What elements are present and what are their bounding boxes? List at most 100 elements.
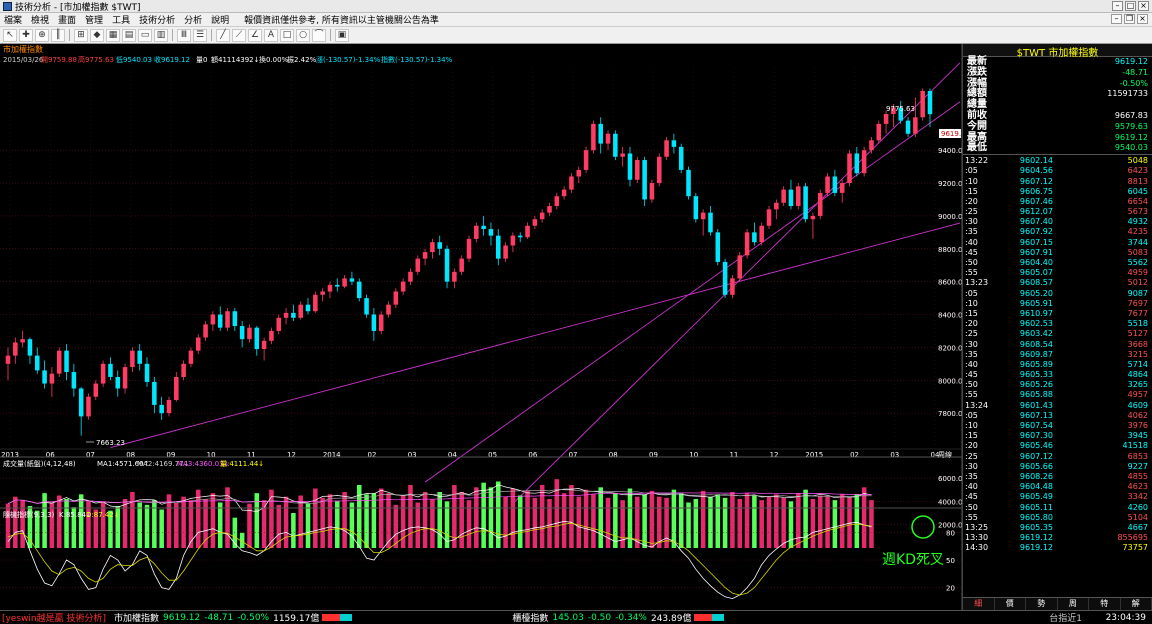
pointer-tool-icon[interactable]: ↖	[3, 28, 17, 42]
tick-volume: 5012	[1127, 278, 1148, 288]
chart-canvas[interactable]: 市加權指數 2015/03/26 開9759.88 高9775.63 低9540…	[0, 44, 962, 610]
crosshair-tool-icon[interactable]: ✚	[19, 28, 33, 42]
candle-type-icon[interactable]: ║	[51, 28, 65, 42]
tick-price: 9607.46	[1019, 196, 1053, 206]
child-close-button[interactable]: ×	[1137, 14, 1148, 24]
chart-area[interactable]: 市加權指數 2015/03/26 開9759.88 高9775.63 低9540…	[0, 44, 962, 610]
layout-icon[interactable]: ▤	[122, 28, 136, 42]
candle-body	[408, 271, 413, 282]
volume-bar	[393, 504, 399, 548]
candle-body	[678, 146, 684, 170]
menu-item-technical[interactable]: 技術分析	[139, 13, 175, 26]
tick-row: :10 9605.91 7697	[963, 299, 1152, 309]
tick-time: :30	[965, 217, 978, 227]
candle-body	[737, 255, 743, 279]
tick-volume: 4932	[1127, 217, 1148, 227]
tick-price: 9605.35	[1019, 522, 1053, 532]
quote-label: 今開	[967, 120, 987, 132]
volume-bar	[737, 499, 743, 548]
bars-icon[interactable]: Ⅲ	[177, 28, 191, 42]
brand-label: [yeswin越是贏 技術分析]	[2, 614, 107, 624]
text-draw-icon[interactable]: A	[264, 28, 278, 42]
quote-panel-tab[interactable]: 細	[963, 598, 995, 610]
maximize-button[interactable]: □	[1125, 1, 1136, 11]
time-tick-label: 03	[890, 451, 899, 459]
menu-item-analysis[interactable]: 分析	[184, 13, 202, 26]
status-index2-value: 145.03	[552, 612, 584, 623]
volume-bar	[378, 488, 384, 548]
candle-body	[700, 212, 706, 220]
candle-body	[671, 140, 677, 147]
tile-icon[interactable]: ▥	[154, 28, 168, 42]
tick-volume: 3945	[1127, 431, 1148, 441]
window-icon[interactable]: ▭	[138, 28, 152, 42]
quote-panel-tab[interactable]: 解	[1121, 598, 1152, 610]
volume-bar	[422, 492, 428, 548]
zoom-tool-icon[interactable]: ⊕	[35, 28, 49, 42]
grid-icon[interactable]: ▦	[106, 28, 120, 42]
candle-body	[627, 153, 633, 180]
time-tick-label: 06	[46, 451, 55, 459]
volume-bar	[144, 504, 150, 548]
volume-bar	[20, 500, 25, 548]
market-label[interactable]: 台指近1	[1049, 611, 1082, 624]
tick-list[interactable]: 13:22 9602.14 5048:05 9604.56 6423:10 9607.12…	[963, 155, 1152, 554]
tick-price: 9605.33	[1019, 370, 1053, 380]
trendline-draw-icon[interactable]: ⟋	[232, 28, 246, 42]
tick-row: :45 9605.49 3342	[963, 492, 1152, 502]
status-index1-bar	[322, 614, 353, 621]
quote-panel-tab[interactable]: 特	[1089, 598, 1121, 610]
candle-body	[744, 232, 750, 256]
angle-draw-icon[interactable]: ∠	[248, 28, 262, 42]
tick-time: :55	[965, 512, 978, 522]
tick-volume: 4062	[1127, 410, 1148, 420]
volume-bar	[122, 499, 128, 548]
child-minimize-button[interactable]: –	[1111, 14, 1122, 24]
volume-title: 成交量(紙盤)(4,12,48)	[3, 459, 76, 468]
child-restore-button[interactable]: ❐	[1124, 14, 1135, 24]
menu-item-view[interactable]: 檢視	[31, 13, 49, 26]
volume-bar	[305, 503, 311, 548]
candle-body	[78, 388, 84, 417]
tick-row: :50 9604.40 5562	[963, 258, 1152, 268]
volume-bar	[459, 492, 464, 548]
tick-volume: 4957	[1127, 390, 1148, 400]
volume-bar	[649, 490, 655, 548]
candle-body	[27, 339, 33, 356]
menu-item-tools[interactable]: 工具	[112, 13, 130, 26]
quote-value: 9667.83	[1114, 110, 1148, 120]
save-icon[interactable]: ▣	[335, 28, 349, 42]
quote-panel-tabs: 細價勢周特解	[963, 597, 1152, 610]
trendline-long	[110, 222, 961, 449]
period-icon[interactable]: ☰	[193, 28, 207, 42]
menu-item-screen[interactable]: 畫面	[58, 13, 76, 26]
candle-body	[305, 304, 311, 312]
volume-bar	[327, 494, 333, 548]
volume-bar	[181, 496, 186, 548]
menu-item-file[interactable]: 檔案	[4, 13, 22, 26]
indicator-icon[interactable]: ⊞	[74, 28, 88, 42]
tick-time: :15	[965, 431, 978, 441]
candle-body	[115, 376, 121, 389]
quote-panel-tab[interactable]: 價	[995, 598, 1026, 610]
minimize-button[interactable]: –	[1112, 1, 1123, 11]
menu-item-help[interactable]: 說明	[211, 13, 229, 26]
arc-draw-icon[interactable]: ⌒	[312, 28, 326, 42]
rectangle-draw-icon[interactable]: □	[280, 28, 294, 42]
line-draw-icon[interactable]: ╱	[216, 28, 230, 42]
menu-item-manage[interactable]: 管理	[85, 13, 103, 26]
ellipse-draw-icon[interactable]: ○	[296, 28, 310, 42]
candle-body	[532, 219, 538, 226]
trendline-mid	[424, 101, 961, 483]
close-button[interactable]: ×	[1138, 1, 1149, 11]
tick-price: 9610.97	[1019, 308, 1053, 318]
volume-bar	[283, 496, 289, 548]
quote-value: 9619.12	[1114, 57, 1148, 66]
quote-panel-tab[interactable]: 周	[1058, 598, 1089, 610]
quote-panel-tab[interactable]: 勢	[1026, 598, 1058, 610]
color-icon[interactable]: ◆	[90, 28, 104, 42]
candle-body	[269, 330, 274, 341]
tick-volume: 7677	[1127, 308, 1148, 318]
volume-bar	[437, 492, 442, 548]
tick-time: 14:30	[965, 543, 989, 553]
